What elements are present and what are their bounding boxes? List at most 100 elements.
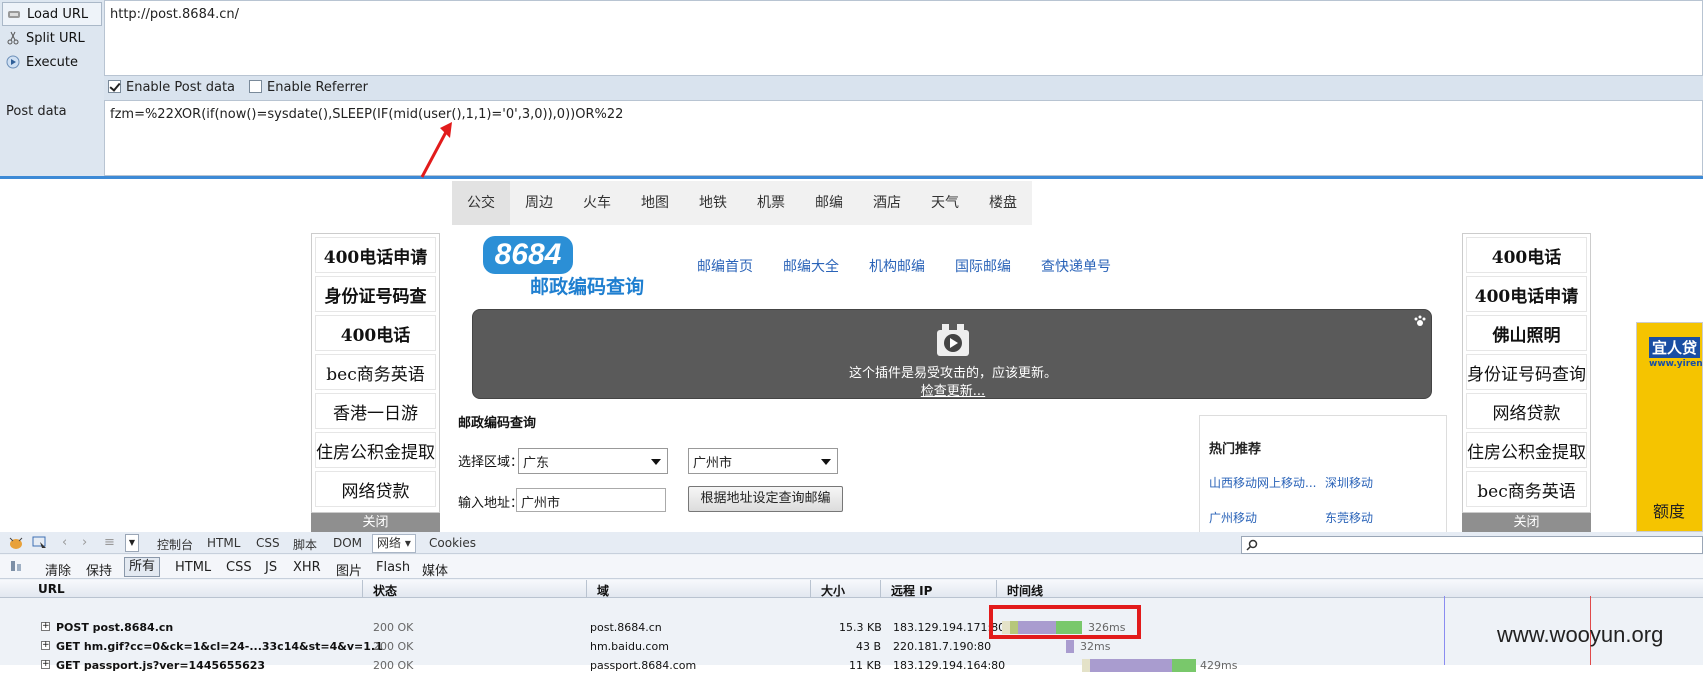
ad-link[interactable]: 住房公积金提取	[315, 432, 436, 468]
col-divider[interactable]	[362, 580, 363, 598]
tab-console[interactable]: 控制台	[157, 536, 193, 553]
ad-link[interactable]: bec商务英语	[315, 354, 436, 390]
col-divider[interactable]	[996, 580, 997, 598]
region-label: 选择区域：	[458, 455, 524, 470]
ad-link[interactable]: 400电话	[315, 315, 436, 351]
row-size: 43 B	[856, 640, 882, 653]
link-zip-all[interactable]: 邮编大全	[783, 256, 839, 276]
zip-search-button[interactable]: 根据地址设定查询邮编	[688, 486, 843, 512]
row-url: POST post.8684.cn	[56, 621, 174, 634]
nav-item-subway[interactable]: 地铁	[684, 181, 742, 225]
inspect-icon[interactable]	[32, 536, 48, 550]
network-icon[interactable]	[10, 559, 24, 573]
forward-icon[interactable]: ›	[82, 535, 87, 550]
nav-item-hotel[interactable]: 酒店	[858, 181, 916, 225]
tab-css[interactable]: CSS	[256, 536, 280, 550]
col-timeline[interactable]: 时间线	[1007, 582, 1043, 599]
ad-link[interactable]: 身份证号码查询	[1466, 354, 1587, 390]
back-icon[interactable]: ‹	[62, 535, 67, 550]
filter-persist[interactable]: 保持	[86, 560, 112, 579]
ad-link[interactable]: 网络贷款	[315, 471, 436, 507]
tab-html[interactable]: HTML	[207, 536, 240, 550]
address-input[interactable]: 广州市	[516, 488, 666, 512]
link-intl-zip[interactable]: 国际邮编	[955, 256, 1011, 276]
tab-network[interactable]: 网络 ▾	[372, 534, 416, 553]
dropdown-arrow-icon[interactable]: ▼	[125, 534, 139, 552]
nav-item-map[interactable]: 地图	[626, 181, 684, 225]
filter-css[interactable]: CSS	[226, 560, 252, 575]
nav-item-bus[interactable]: 公交	[452, 181, 510, 225]
nav-item-weather[interactable]: 天气	[916, 181, 974, 225]
ad-link[interactable]: 400电话申请	[315, 237, 436, 273]
tab-dom[interactable]: DOM	[333, 536, 362, 550]
firebug-icon[interactable]	[8, 536, 24, 550]
link-org-zip[interactable]: 机构邮编	[869, 256, 925, 276]
ad-link[interactable]: 香港一日游	[315, 393, 436, 429]
ad-link[interactable]: 400电话	[1466, 237, 1587, 273]
site-logo[interactable]: 8684	[483, 236, 573, 274]
ad-link[interactable]: 网络贷款	[1466, 393, 1587, 429]
left-close-button[interactable]: 关闭	[311, 513, 440, 533]
hot-link[interactable]: 深圳移动	[1325, 474, 1373, 491]
left-ad-column: 400电话申请 身份证号码查 400电话 bec商务英语 香港一日游 住房公积金…	[311, 233, 440, 513]
filter-html[interactable]: HTML	[175, 560, 211, 575]
tab-cookies[interactable]: Cookies	[429, 536, 476, 550]
province-select[interactable]: 广东	[518, 448, 668, 474]
hot-link[interactable]: 山西移动网上移动...	[1209, 474, 1316, 491]
ad-link[interactable]: 身份证号码查	[315, 276, 436, 312]
row-status: 200 OK	[373, 640, 414, 653]
filter-images[interactable]: 图片	[336, 560, 362, 579]
link-express[interactable]: 查快递单号	[1041, 256, 1111, 276]
filter-flash[interactable]: Flash	[376, 560, 410, 575]
row-status: 200 OK	[373, 659, 414, 672]
devtools-search-input[interactable]	[1241, 536, 1703, 554]
nav-item-nearby[interactable]: 周边	[510, 181, 568, 225]
col-divider[interactable]	[880, 580, 881, 598]
watermark: www.wooyun.org	[1497, 622, 1664, 647]
annotation-arrow-post	[420, 131, 448, 178]
ad-link[interactable]: 佛山照明	[1466, 315, 1587, 351]
list-icon[interactable]: ≡	[104, 535, 115, 550]
network-filter-bar: 清除 保持 所有 HTML CSS JS XHR 图片 Flash 媒体	[0, 555, 1703, 579]
row-ip: 183.129.194.164:80	[893, 659, 1006, 672]
network-table-header: URL 状态 域 大小 远程 IP 时间线	[0, 580, 1703, 598]
link-zip-home[interactable]: 邮编首页	[697, 256, 753, 276]
ad-link[interactable]: 住房公积金提取	[1466, 432, 1587, 468]
nav-item-zipcode[interactable]: 邮编	[800, 181, 858, 225]
hot-link[interactable]: 广州移动	[1209, 509, 1257, 526]
col-status[interactable]: 状态	[373, 582, 397, 599]
table-row[interactable]: + POST post.8684.cn 200 OK post.8684.cn …	[0, 618, 1703, 637]
expand-icon[interactable]: +	[41, 622, 50, 631]
right-banner-ad[interactable]: 宜人贷 www.yirend 额度	[1636, 322, 1703, 532]
nav-item-realestate[interactable]: 楼盘	[974, 181, 1032, 225]
col-size[interactable]: 大小	[821, 582, 845, 599]
expand-icon[interactable]: +	[41, 641, 50, 650]
city-select[interactable]: 广州市	[688, 448, 838, 474]
filter-js[interactable]: JS	[265, 560, 277, 575]
filter-media[interactable]: 媒体	[422, 560, 448, 579]
table-row[interactable]: + GET passport.js?ver=1445655623 200 OK …	[0, 656, 1703, 675]
ad-link[interactable]: 400电话申请	[1466, 276, 1587, 312]
col-divider[interactable]	[586, 580, 587, 598]
nav-item-flights[interactable]: 机票	[742, 181, 800, 225]
col-url[interactable]: URL	[38, 582, 65, 596]
tab-script[interactable]: 脚本	[293, 536, 317, 553]
table-row[interactable]: + GET hm.gif?cc=0&ck=1&cl=24-...33c14&st…	[0, 637, 1703, 656]
hot-link[interactable]: 东莞移动	[1325, 509, 1373, 526]
timeline-bar-wait	[1082, 659, 1090, 672]
col-divider[interactable]	[810, 580, 811, 598]
right-ad-column: 400电话 400电话申请 佛山照明 身份证号码查询 网络贷款 住房公积金提取 …	[1462, 233, 1591, 513]
row-domain: hm.baidu.com	[590, 640, 669, 653]
filter-all[interactable]: 所有	[124, 557, 161, 577]
filter-xhr[interactable]: XHR	[293, 560, 321, 575]
right-close-button[interactable]: 关闭	[1462, 513, 1591, 533]
plugin-warning: 这个插件是易受攻击的，应该更新。	[848, 366, 1057, 381]
blocked-plugin-area[interactable]: 这个插件是易受攻击的，应该更新。 检查更新...	[472, 309, 1432, 399]
plugin-update-link[interactable]: 检查更新...	[473, 380, 1433, 399]
col-domain[interactable]: 域	[597, 582, 609, 599]
site-nav: 公交 周边 火车 地图 地铁 机票 邮编 酒店 天气 楼盘	[452, 181, 1032, 225]
col-remote-ip[interactable]: 远程 IP	[891, 582, 932, 599]
filter-clear[interactable]: 清除	[45, 560, 71, 579]
ad-link[interactable]: bec商务英语	[1466, 471, 1587, 507]
nav-item-train[interactable]: 火车	[568, 181, 626, 225]
